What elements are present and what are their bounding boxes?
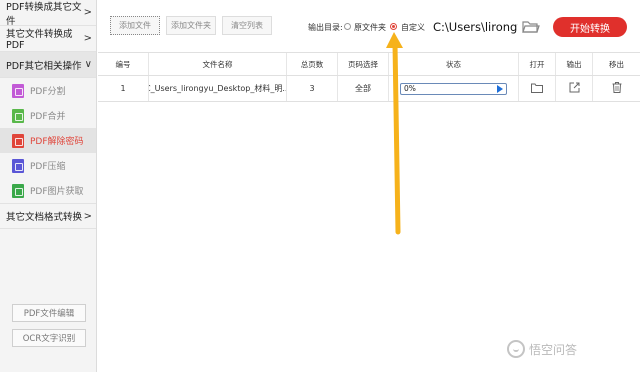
add-file-button[interactable]: 添加文件 [110, 16, 160, 35]
sidebar-item-label: PDF分割 [30, 87, 66, 97]
sidebar-item-label: PDF压缩 [30, 162, 66, 172]
sidebar-item-pdf-merge[interactable]: PDF合并 [0, 103, 96, 128]
table-row[interactable]: 1 C_Users_lirongyu_Desktop_材料_明... 3 全部 … [98, 76, 640, 102]
chevron-right-icon: > [83, 7, 92, 18]
sidebar-item-pdf-unlock[interactable]: PDF解除密码 [0, 128, 96, 153]
sidebar-item-label: PDF合并 [30, 112, 66, 122]
radio-custom[interactable] [390, 23, 397, 30]
watermark-text: 悟空问答 [529, 342, 578, 357]
sidebar-item-pdf-compress[interactable]: PDF压缩 [0, 153, 96, 178]
row-index: 1 [98, 76, 149, 101]
export-icon[interactable] [569, 82, 580, 95]
add-folder-button[interactable]: 添加文件夹 [166, 16, 216, 35]
pdf-edit-button[interactable]: PDF文件编辑 [12, 304, 86, 322]
header-pages: 总页数 [287, 53, 338, 75]
row-remove [593, 76, 640, 101]
sidebar-item-label: PDF解除密码 [30, 137, 84, 147]
sidebar-section-label: PDF转换成其它文件 [6, 1, 82, 27]
option-original-label: 原文件夹 [354, 23, 386, 32]
sidebar-section-other-formats[interactable]: 其它文档格式转换 > [0, 203, 96, 229]
row-pages: 3 [287, 76, 338, 101]
header-status: 状态 [389, 53, 519, 75]
table-header: 编号 文件名称 总页数 页码选择 状态 打开 输出 移出 [98, 53, 640, 76]
chevron-down-icon: ∨ [84, 59, 92, 70]
pdf-merge-icon [12, 108, 24, 123]
row-output [556, 76, 593, 101]
folder-icon[interactable] [522, 19, 540, 38]
pdf-split-icon [12, 83, 24, 98]
toolbar: 添加文件 添加文件夹 清空列表 输出目录: 原文件夹 自定义 C:\Users\… [98, 0, 640, 48]
sidebar-section-label: 其它文件转换成PDF [6, 29, 73, 51]
play-icon[interactable] [497, 84, 503, 93]
sidebar-item-pdf-split[interactable]: PDF分割 [0, 78, 96, 103]
ocr-button[interactable]: OCR文字识别 [12, 329, 86, 347]
sidebar-section-label: 其它文档格式转换 [6, 212, 83, 223]
header-filename: 文件名称 [149, 53, 287, 75]
sidebar-item-pdf-image[interactable]: PDF图片获取 [0, 178, 96, 203]
sidebar-section-label: PDF其它相关操作 [6, 60, 82, 72]
sidebar-item-label: PDF图片获取 [30, 187, 84, 197]
row-status: 0% [389, 76, 519, 101]
chevron-right-icon: > [83, 33, 92, 44]
clear-list-button[interactable]: 清空列表 [222, 16, 272, 35]
status-progress-bar: 0% [400, 82, 507, 95]
sidebar-section-pdf-to-other[interactable]: PDF转换成其它文件 > [0, 0, 96, 27]
pdf-compress-icon [12, 158, 24, 173]
output-dir-label: 输出目录: [308, 23, 343, 32]
radio-original-folder[interactable] [344, 23, 351, 30]
pdf-unlock-icon [12, 133, 24, 148]
sidebar-section-other-to-pdf[interactable]: 其它文件转换成PDF > [0, 26, 96, 52]
start-convert-button[interactable]: 开始转换 [553, 17, 627, 37]
file-table: 编号 文件名称 总页数 页码选择 状态 打开 输出 移出 1 C_Users_l… [98, 52, 640, 102]
row-open [519, 76, 556, 101]
watermark: 悟空问答 [507, 340, 577, 358]
wukong-logo-icon [507, 340, 525, 358]
pdf-image-icon [12, 183, 24, 198]
option-custom-label: 自定义 [401, 23, 425, 32]
output-path-field[interactable]: C:\Users\lirongyu [432, 17, 518, 37]
header-remove: 移出 [609, 59, 624, 69]
chevron-right-icon: > [83, 210, 92, 222]
header-open: 打开 [519, 53, 556, 75]
header-page-select: 页码选择 [338, 53, 389, 75]
trash-icon[interactable] [612, 82, 622, 95]
sidebar-section-pdf-other-ops[interactable]: PDF其它相关操作 ∨ [0, 52, 96, 78]
header-output: 输出 [556, 53, 593, 75]
row-page-select[interactable]: 全部 [338, 76, 389, 101]
sidebar: PDF转换成其它文件 > 其它文件转换成PDF > PDF其它相关操作 ∨ PD… [0, 0, 97, 372]
row-filename: C_Users_lirongyu_Desktop_材料_明... [149, 76, 287, 101]
open-folder-icon[interactable] [531, 83, 543, 95]
status-percent: 0% [404, 84, 416, 93]
header-index: 编号 [98, 53, 149, 75]
